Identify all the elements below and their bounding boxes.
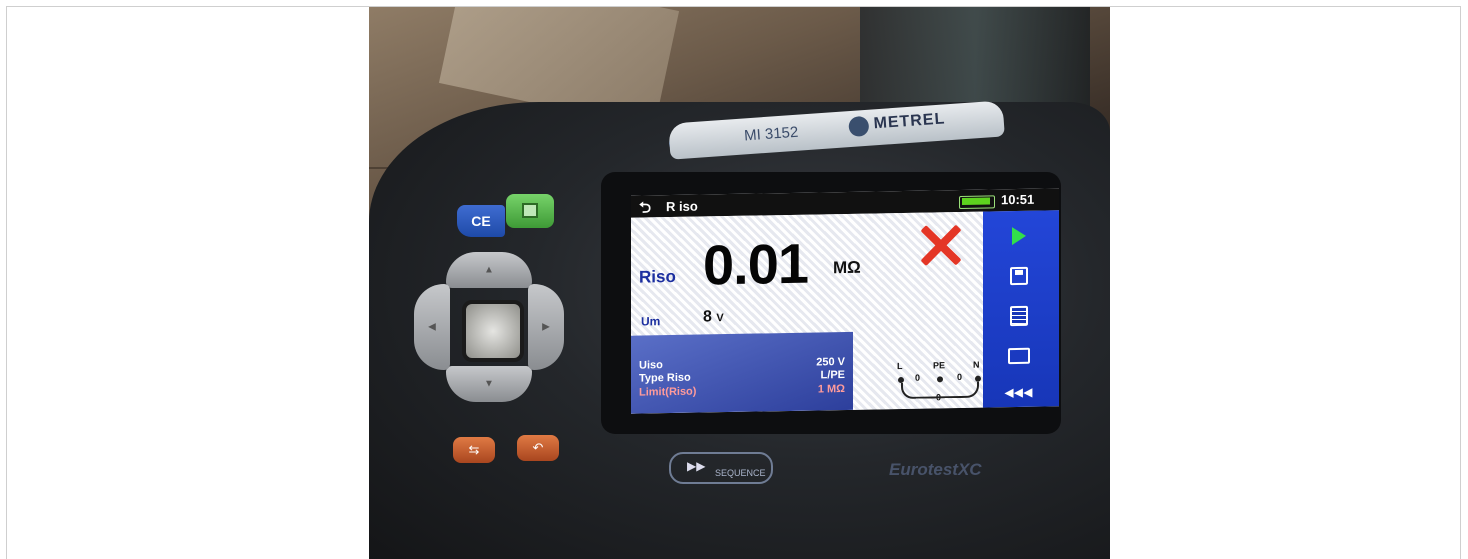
parameter-value: L/PE (820, 369, 845, 382)
parameter-row-limit: Limit(Riso) 1 MΩ (639, 383, 845, 400)
clock: 10:51 (1001, 191, 1035, 208)
start-test-button[interactable] (1005, 223, 1033, 249)
terminal-label: N (973, 359, 980, 370)
comment-icon (1008, 347, 1030, 365)
escape-key[interactable]: ↶ (517, 435, 559, 461)
up-arrow-icon: ▲ (484, 264, 494, 276)
down-key[interactable]: ▼ (446, 366, 532, 402)
um-label: Um (641, 314, 661, 329)
auto-sequence-badge: ▶▶ SEQUENCE (669, 452, 773, 484)
right-key[interactable]: ▶ (528, 284, 564, 370)
ce-button[interactable]: CE (457, 205, 505, 237)
back-icon: ↶ (532, 440, 544, 455)
um-value: 8 V (703, 308, 724, 326)
brand-name: METREL (873, 110, 946, 133)
battery-icon (959, 195, 995, 210)
test-run-key[interactable] (462, 300, 524, 362)
save-result-button[interactable] (1005, 263, 1033, 289)
sequence-icon: ▶▶ (687, 459, 706, 473)
list-icon (1010, 305, 1028, 327)
options-key[interactable]: ⇆ (453, 437, 495, 463)
terminal-diagram: L PE N 0 0 0 0 (893, 360, 983, 406)
sequence-label: SEQUENCE (715, 468, 766, 478)
tester-device: MI 3152 METREL CE ▲ ▼ ◀ ▶ ⇆ ↶ ⮌ R iso 10… (369, 100, 1110, 559)
result-value: 0.01 (703, 231, 808, 297)
test-title: R iso (666, 198, 698, 215)
device-screen: ⮌ R iso 10:51 Riso 0.01 MΩ Um 8 V Uiso 2… (631, 188, 1059, 414)
down-arrow-icon: ▼ (484, 378, 494, 390)
right-arrow-icon: ▶ (542, 321, 550, 333)
memory-list-button[interactable] (1005, 303, 1033, 329)
test-parameters[interactable]: Uiso 250 V Type Riso L/PE Limit(Riso) 1 … (631, 331, 853, 414)
up-key[interactable]: ▲ (446, 252, 532, 288)
comment-button[interactable] (1005, 343, 1033, 369)
side-menu: ◀◀◀ (983, 210, 1059, 408)
fail-cross-icon (917, 222, 963, 269)
swap-icon: ⇆ (468, 442, 480, 457)
result-label: Riso (639, 266, 676, 287)
save-key-icon (522, 203, 538, 218)
result-area: Riso 0.01 MΩ Um 8 V Uiso 250 V Type Riso… (631, 211, 983, 414)
terminal-value: 0 (957, 371, 963, 383)
result-unit: MΩ (833, 257, 861, 278)
terminal-connection-arc (901, 381, 979, 400)
left-arrow-icon: ◀ (428, 321, 436, 333)
parameter-label: Uiso (639, 359, 663, 372)
photo: MI 3152 METREL CE ▲ ▼ ◀ ▶ ⇆ ↶ ⮌ R iso 10… (369, 7, 1110, 559)
more-options-button[interactable]: ◀◀◀ (1005, 379, 1033, 405)
parameter-label: Limit(Riso) (639, 385, 697, 399)
save-key[interactable] (506, 194, 554, 228)
background-cables (860, 7, 1090, 117)
left-key[interactable]: ◀ (414, 284, 450, 370)
parameter-label: Type Riso (639, 371, 691, 385)
terminal-label: L (897, 360, 903, 372)
model-number: MI 3152 (743, 123, 799, 145)
terminal-label: PE (933, 360, 946, 371)
model-plate: MI 3152 METREL (668, 100, 1005, 160)
terminal-value: 0 (915, 372, 921, 383)
parameter-value: 1 MΩ (817, 383, 845, 396)
direction-pad: ▲ ▼ ◀ ▶ (414, 252, 564, 402)
product-name: EurotestXC (889, 460, 982, 479)
save-icon (1010, 266, 1028, 286)
play-icon (1012, 226, 1026, 246)
more-icon: ◀◀◀ (1004, 386, 1034, 399)
parameter-value: 250 V (816, 356, 845, 369)
brand-logo-icon (848, 115, 870, 138)
